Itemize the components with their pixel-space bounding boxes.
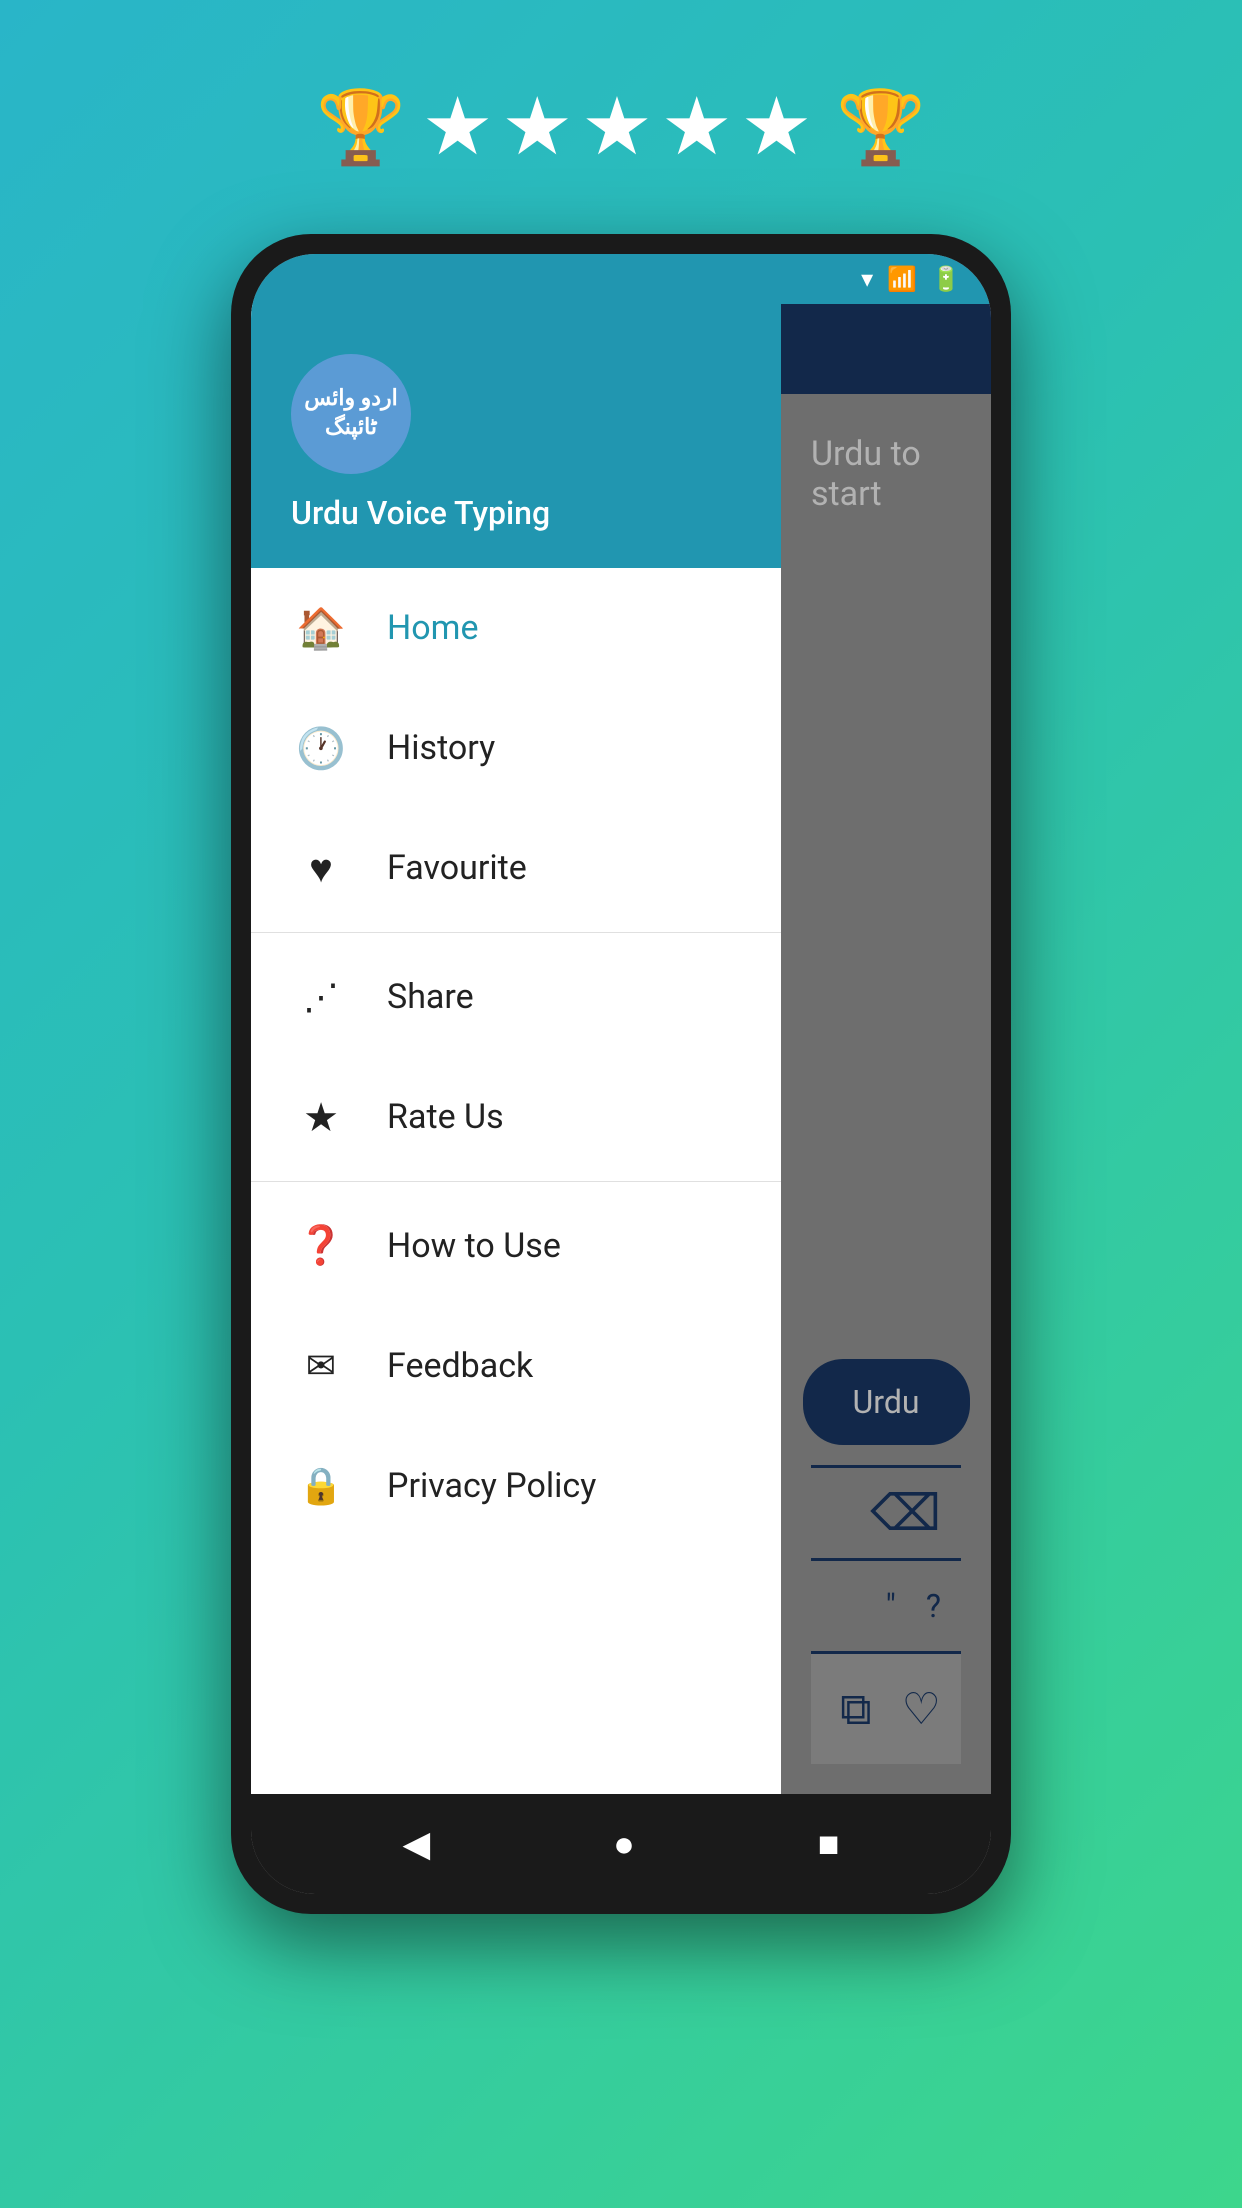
share-icon: ⋰: [291, 967, 351, 1027]
wifi-icon: ▾: [861, 265, 873, 293]
recent-button[interactable]: ■: [818, 1823, 840, 1865]
back-button[interactable]: ◀: [402, 1823, 430, 1865]
phone-device: ▾ 📶 🔋 Urdu to start Urdu ⌫ ": [231, 234, 1011, 1914]
menu-item-history[interactable]: 🕐 History: [251, 688, 781, 808]
navigation-bar: ◀ ● ■: [251, 1794, 991, 1894]
how-to-use-icon: ❓: [291, 1216, 351, 1276]
signal-icon: 📶: [887, 265, 917, 293]
history-label: History: [387, 728, 495, 768]
home-label: Home: [387, 608, 479, 648]
favourite-label: Favourite: [387, 848, 527, 888]
rate-us-label: Rate Us: [387, 1097, 504, 1137]
navigation-drawer: اردو وائس ٹائپنگ Urdu Voice Typing 🏠 Hom…: [251, 304, 781, 1794]
rate-us-icon: ★: [291, 1087, 351, 1147]
how-to-use-label: How to Use: [387, 1226, 561, 1266]
divider-2: [251, 1181, 781, 1182]
menu-item-privacy-policy[interactable]: 🔒 Privacy Policy: [251, 1426, 781, 1546]
drawer-menu: 🏠 Home 🕐 History ♥ Favourite: [251, 568, 781, 1794]
battery-icon: 🔋: [931, 265, 961, 293]
feedback-icon: ✉: [291, 1336, 351, 1396]
menu-item-rate-us[interactable]: ★ Rate Us: [251, 1057, 781, 1177]
history-icon: 🕐: [291, 718, 351, 778]
screen-content: Urdu to start Urdu ⌫ " ? ⧉ ♡: [251, 304, 991, 1794]
phone-screen: ▾ 📶 🔋 Urdu to start Urdu ⌫ ": [251, 254, 991, 1894]
menu-item-how-to-use[interactable]: ❓ How to Use: [251, 1186, 781, 1306]
home-button[interactable]: ●: [613, 1823, 635, 1865]
stars-display: ★★★★★: [422, 80, 821, 174]
status-bar: ▾ 📶 🔋: [251, 254, 991, 304]
menu-item-feedback[interactable]: ✉ Feedback: [251, 1306, 781, 1426]
top-rating-bar: 🏆 ★★★★★ 🏆: [316, 80, 926, 174]
privacy-policy-icon: 🔒: [291, 1456, 351, 1516]
drawer-header: اردو وائس ٹائپنگ Urdu Voice Typing: [251, 304, 781, 568]
favourite-menu-icon: ♥: [291, 838, 351, 898]
home-icon: 🏠: [291, 598, 351, 658]
dim-overlay[interactable]: [781, 304, 991, 1794]
divider-1: [251, 932, 781, 933]
menu-item-share[interactable]: ⋰ Share: [251, 937, 781, 1057]
feedback-label: Feedback: [387, 1346, 533, 1386]
menu-item-favourite[interactable]: ♥ Favourite: [251, 808, 781, 928]
privacy-policy-label: Privacy Policy: [387, 1466, 596, 1506]
app-title: Urdu Voice Typing: [291, 494, 550, 532]
share-label: Share: [387, 977, 474, 1017]
app-logo: اردو وائس ٹائپنگ: [291, 354, 411, 474]
menu-item-home[interactable]: 🏠 Home: [251, 568, 781, 688]
trophy-left-icon: 🏆: [316, 85, 406, 170]
trophy-right-icon: 🏆: [836, 85, 926, 170]
